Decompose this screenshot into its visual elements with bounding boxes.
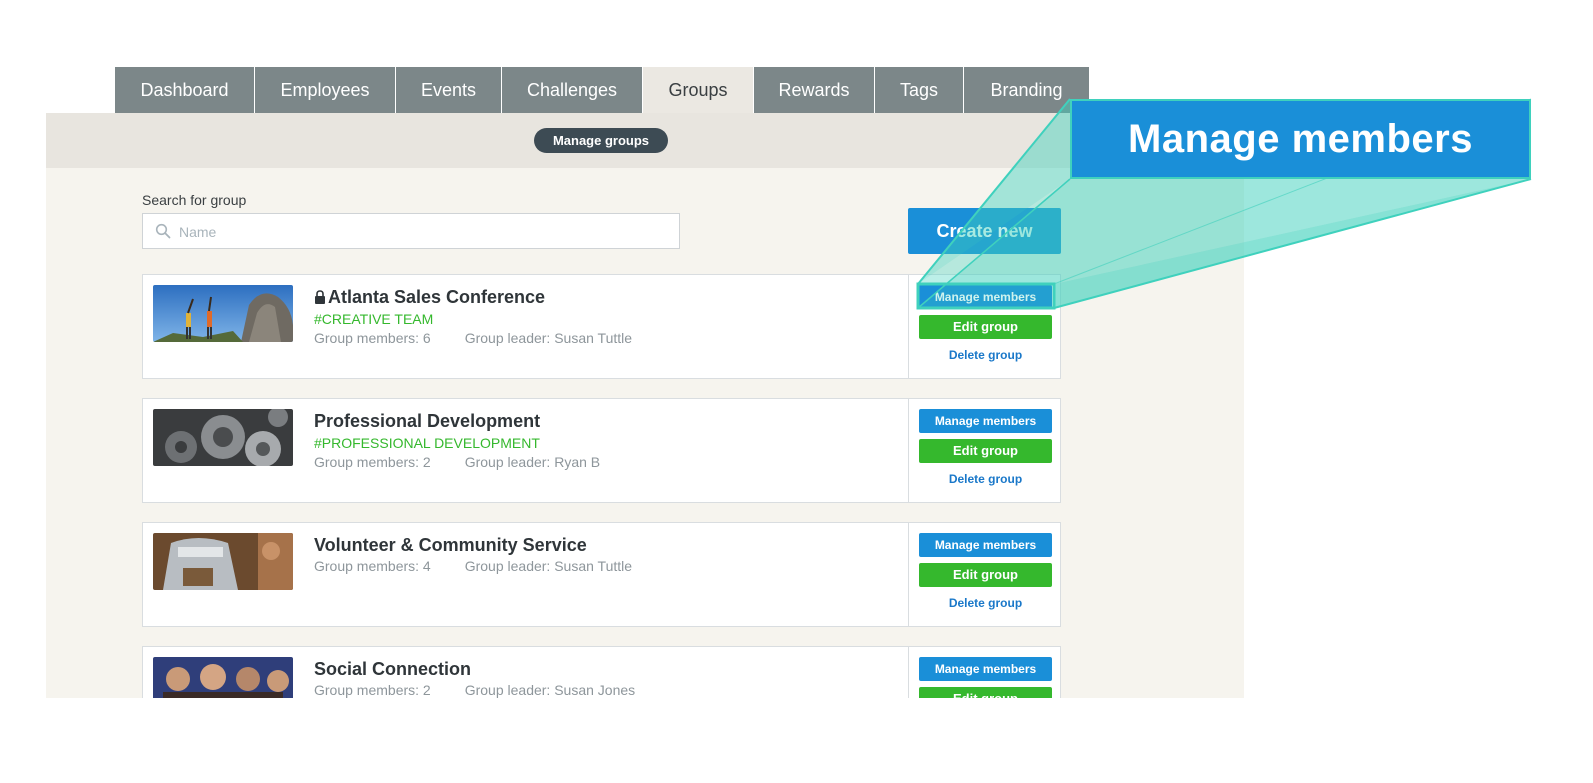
manage-members-button[interactable]: Manage members <box>919 285 1052 309</box>
create-new-button[interactable]: Create new <box>908 208 1061 254</box>
tab-tags[interactable]: Tags <box>875 67 964 113</box>
delete-group-link[interactable]: Delete group <box>919 469 1052 489</box>
manage-groups-pill[interactable]: Manage groups <box>534 128 668 153</box>
search-input[interactable] <box>177 214 671 250</box>
group-actions: Manage members Edit group <box>908 647 1061 698</box>
groups-content: Search for group Create new <box>46 168 1244 698</box>
group-meta: Group members: 2 Group leader: Ryan B <box>314 454 600 470</box>
manage-members-button[interactable]: Manage members <box>919 657 1052 681</box>
group-meta: Group members: 6 Group leader: Susan Tutt… <box>314 330 632 346</box>
search-icon <box>155 223 171 239</box>
edit-group-button[interactable]: Edit group <box>919 687 1052 698</box>
tab-groups[interactable]: Groups <box>643 67 754 113</box>
group-actions: Manage members Edit group Delete group <box>908 275 1061 378</box>
group-members-count: Group members: 4 <box>314 558 431 574</box>
group-members-count: Group members: 2 <box>314 454 431 470</box>
group-actions: Manage members Edit group Delete group <box>908 399 1061 502</box>
group-title-text: Atlanta Sales Conference <box>328 287 546 307</box>
group-title[interactable]: Professional Development <box>314 411 540 432</box>
group-leader: Group leader: Susan Tuttle <box>464 330 633 346</box>
tab-rewards[interactable]: Rewards <box>754 67 875 113</box>
group-title[interactable]: Volunteer & Community Service <box>314 535 587 556</box>
tab-dashboard[interactable]: Dashboard <box>115 67 255 113</box>
group-members-count: Group members: 6 <box>314 330 431 346</box>
edit-group-button[interactable]: Edit group <box>919 439 1052 463</box>
group-members-count: Group members: 2 <box>314 682 431 698</box>
group-card: Professional Development #PROFESSIONAL D… <box>142 398 1061 503</box>
people-photo-icon <box>153 657 293 698</box>
group-title[interactable]: Social Connection <box>314 659 471 680</box>
tab-challenges[interactable]: Challenges <box>502 67 643 113</box>
group-leader: Group leader: Ryan B <box>464 454 601 470</box>
main-nav-tabs: Dashboard Employees Events Challenges Gr… <box>115 67 1090 113</box>
group-meta: Group members: 2 Group leader: Susan Jone… <box>314 682 635 698</box>
volunteer-photo-icon <box>153 533 293 590</box>
callout-manage-members: Manage members <box>1070 99 1531 179</box>
group-actions: Manage members Edit group Delete group <box>908 523 1061 626</box>
group-meta: Group members: 4 Group leader: Susan Tutt… <box>314 558 632 574</box>
delete-group-link[interactable]: Delete group <box>919 593 1052 613</box>
group-card: Social Connection Group members: 2 Group … <box>142 646 1061 698</box>
manage-members-button[interactable]: Manage members <box>919 409 1052 433</box>
search-label: Search for group <box>142 192 247 208</box>
group-leader: Group leader: Susan Tuttle <box>464 558 633 574</box>
climbers-photo-icon <box>153 285 293 342</box>
group-leader: Group leader: Susan Jones <box>464 682 636 698</box>
lock-icon <box>315 290 325 304</box>
edit-group-button[interactable]: Edit group <box>919 563 1052 587</box>
manage-members-button[interactable]: Manage members <box>919 533 1052 557</box>
group-card: Atlanta Sales Conference #CREATIVE TEAM … <box>142 274 1061 379</box>
delete-group-link[interactable]: Delete group <box>919 345 1052 365</box>
tab-employees[interactable]: Employees <box>255 67 396 113</box>
tab-events[interactable]: Events <box>396 67 502 113</box>
search-box <box>142 213 680 250</box>
group-title[interactable]: Atlanta Sales Conference <box>314 287 545 308</box>
edit-group-button[interactable]: Edit group <box>919 315 1052 339</box>
group-tag: #CREATIVE TEAM <box>314 311 434 327</box>
group-tag: #PROFESSIONAL DEVELOPMENT <box>314 435 540 451</box>
gears-photo-icon <box>153 409 293 466</box>
group-card: Volunteer & Community Service Group memb… <box>142 522 1061 627</box>
